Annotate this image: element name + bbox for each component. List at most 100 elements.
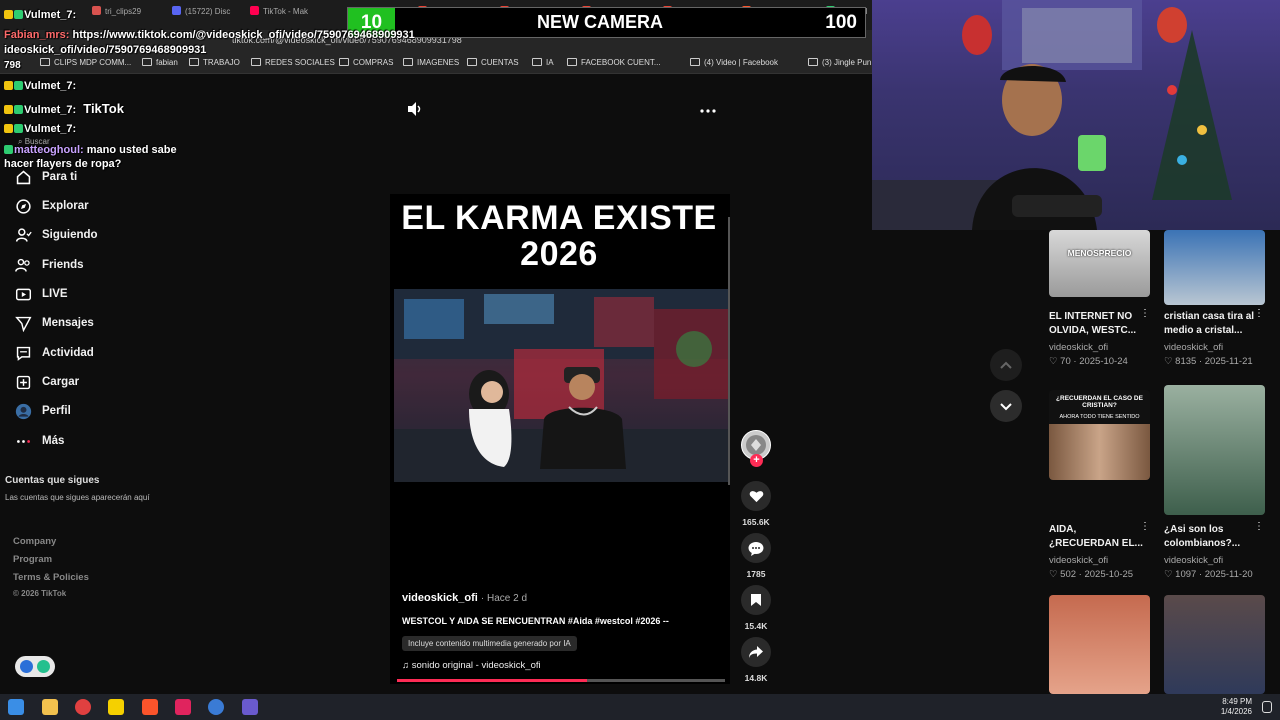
chat-badge-icon	[14, 124, 23, 133]
live-icon	[15, 288, 32, 300]
file-explorer-icon[interactable]	[42, 699, 58, 715]
system-clock[interactable]: 8:49 PM 1/4/2026	[1221, 697, 1252, 717]
sidebar-item-siguiendo[interactable]: Siguiendo	[15, 224, 98, 246]
sidebar-item-label: Cargar	[42, 376, 80, 388]
app-toggle-pill[interactable]	[15, 656, 55, 677]
card-more-icon[interactable]: ⋮	[1254, 308, 1264, 319]
chat-badge-icon	[14, 81, 23, 90]
browser-tab[interactable]: TikTok - Mak	[250, 6, 324, 24]
footer-program-link[interactable]: Program	[13, 554, 52, 565]
sidebar-item-live[interactable]: LIVE	[15, 283, 68, 305]
bookmark-item[interactable]: COMPRAS	[339, 58, 393, 67]
chat-username: Vulmet_7:	[24, 9, 77, 21]
volume-icon[interactable]	[406, 101, 424, 122]
bookmark-item[interactable]: IA	[532, 58, 554, 67]
chat-line: Vulmet_7:	[4, 80, 76, 92]
video-thumbnail[interactable]	[1164, 385, 1265, 515]
sidebar-item-mensajes[interactable]: Mensajes	[15, 312, 94, 334]
bookmark-label: (3) Jingle Pun	[822, 58, 872, 67]
chat-badge-icon	[14, 10, 23, 19]
app-icon[interactable]	[208, 699, 224, 715]
browser-tab[interactable]: (15722) Disc	[172, 6, 246, 24]
video-frame[interactable]	[394, 289, 728, 482]
brave-browser-icon[interactable]	[142, 699, 158, 715]
more-options-icon[interactable]	[700, 103, 716, 121]
chat-username: Vulmet_7:	[24, 80, 77, 92]
bookmark-item[interactable]: CUENTAS	[467, 58, 519, 67]
video-card-user[interactable]: videoskick_ofi	[1049, 342, 1108, 353]
footer-terms-link[interactable]: Terms & Policies	[13, 572, 89, 583]
bookmark-item[interactable]: REDES SOCIALES	[251, 58, 335, 67]
sidebar-item-cargar[interactable]: Cargar	[15, 371, 79, 393]
sidebar-item-explorar[interactable]: Explorar	[15, 195, 89, 217]
sidebar-item-friends[interactable]: Friends	[15, 254, 84, 276]
next-video-button[interactable]	[990, 390, 1022, 422]
video-card-title[interactable]: AIDA, ¿RECUERDAN EL...	[1049, 523, 1147, 551]
sidebar-item-perfil[interactable]: Perfil	[15, 400, 71, 422]
video-card-title[interactable]: cristian casa tira al medio a cristal...	[1164, 310, 1262, 338]
like-count: 165.6K	[742, 517, 770, 527]
ai-content-label: Incluye contenido multimedia generado po…	[402, 636, 577, 651]
chat-username: Fabian_mrs:	[4, 29, 70, 41]
app-icon[interactable]	[242, 699, 258, 715]
chat-username: Vulmet_7:	[24, 123, 77, 135]
bookmark-item[interactable]: TRABAJO	[189, 58, 240, 67]
folder-icon	[467, 58, 477, 66]
video-progress-bar[interactable]	[397, 679, 725, 682]
app-icon[interactable]	[75, 699, 91, 715]
save-action[interactable]: 15.4K	[741, 585, 771, 631]
author-name[interactable]: videoskick_ofi	[402, 592, 478, 604]
chat-line: 798	[4, 60, 21, 71]
video-scene	[394, 289, 728, 482]
video-thumbnail[interactable]: MENOSPRECIO	[1049, 230, 1150, 297]
notification-bell-icon[interactable]	[1262, 701, 1272, 713]
card-more-icon[interactable]: ⋮	[1254, 521, 1264, 532]
clock-date: 1/4/2026	[1220, 707, 1252, 716]
video-card-user[interactable]: videoskick_ofi	[1049, 555, 1108, 566]
video-card-title[interactable]: EL INTERNET NO OLVIDA, WESTC...	[1049, 310, 1147, 338]
sidebar-item-mas[interactable]: Más	[15, 430, 64, 452]
like-action[interactable]: 165.6K	[741, 481, 771, 527]
video-thumbnail[interactable]	[1164, 230, 1265, 305]
tiktok-logo[interactable]: TikTok	[83, 101, 124, 116]
follow-plus-icon[interactable]: +	[750, 454, 763, 467]
bookmark-item[interactable]: IMAGENES	[403, 58, 459, 67]
folder-icon	[251, 58, 261, 66]
app-icon[interactable]	[108, 699, 124, 715]
share-icon[interactable]	[741, 637, 771, 667]
video-thumbnail[interactable]	[1164, 595, 1265, 694]
video-card-user[interactable]: videoskick_ofi	[1164, 555, 1223, 566]
bookmark-item[interactable]: (3) Jingle Pun	[808, 58, 871, 67]
creator-avatar[interactable]: +	[741, 430, 771, 467]
folder-icon	[142, 58, 152, 66]
bookmark-label: CUENTAS	[481, 58, 519, 67]
chevron-up-icon	[1000, 361, 1012, 369]
sound-link[interactable]: ♫ sonido original - videoskick_ofi	[402, 660, 541, 671]
video-thumbnail[interactable]	[1049, 595, 1150, 694]
browser-tab[interactable]: tri_clips29	[92, 6, 166, 24]
bookmark-item[interactable]: CLIPS MDP COMM...	[40, 58, 131, 67]
heart-icon[interactable]	[741, 481, 771, 511]
video-card-title[interactable]: ¿Asi son los colombianos?...	[1164, 523, 1262, 551]
activity-icon	[16, 346, 31, 361]
tiktok-app-icon[interactable]	[175, 699, 191, 715]
share-count: 14.8K	[744, 673, 768, 683]
video-thumbnail[interactable]: ¿RECUERDAN EL CASO DE CRISTIAN? AHORA TO…	[1049, 390, 1150, 480]
footer-company-link[interactable]: Company	[13, 536, 56, 547]
card-more-icon[interactable]: ⋮	[1140, 308, 1150, 319]
share-action[interactable]: 14.8K	[741, 637, 771, 683]
sidebar-item-actividad[interactable]: Actividad	[15, 342, 94, 364]
windows-start-icon[interactable]	[8, 699, 24, 715]
bookmark-item[interactable]: (4) Video | Facebook	[690, 58, 778, 67]
bookmark-item[interactable]: fabian	[142, 58, 178, 67]
comment-icon[interactable]	[741, 533, 771, 563]
bookmark-item[interactable]: FACEBOOK CUENT...	[567, 58, 661, 67]
webcam-overlay	[872, 0, 1280, 230]
video-author[interactable]: videoskick_ofi · Hace 2 d	[402, 592, 527, 604]
previous-video-button[interactable]	[990, 349, 1022, 381]
bookmark-icon[interactable]	[741, 585, 771, 615]
video-card-user[interactable]: videoskick_ofi	[1164, 342, 1223, 353]
comment-action[interactable]: 1785	[741, 533, 771, 579]
card-more-icon[interactable]: ⋮	[1140, 521, 1150, 532]
bookmark-label: COMPRAS	[353, 58, 394, 67]
